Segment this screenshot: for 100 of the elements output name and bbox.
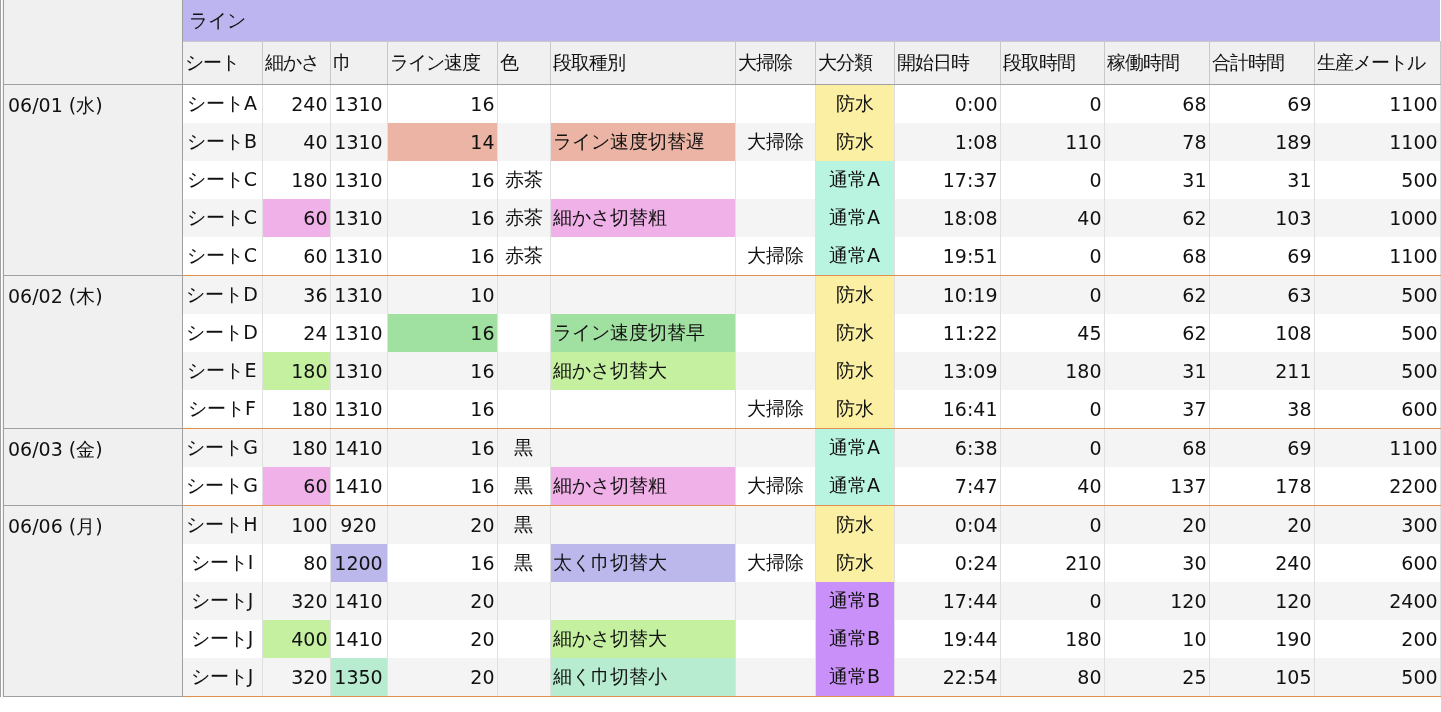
table-cell: シートG: [182, 428, 262, 467]
table-cell: 0: [1000, 428, 1104, 467]
column-header[interactable]: 大掃除: [735, 41, 815, 85]
table-cell: 36: [262, 275, 330, 314]
table-cell: 16: [387, 390, 497, 429]
table-cell: 0: [1000, 582, 1104, 620]
column-header[interactable]: ライン速度: [387, 41, 497, 85]
table-cell: 68: [1104, 237, 1209, 276]
column-header[interactable]: 段取時間: [1000, 41, 1104, 85]
table-cell: 防水: [815, 352, 894, 390]
table-cell: 31: [1104, 352, 1209, 390]
group-header: ライン: [182, 0, 1441, 42]
table-cell: 0: [1000, 390, 1104, 429]
column-header[interactable]: 段取種別: [550, 41, 735, 85]
table-cell: 80: [1000, 658, 1104, 697]
table-cell: 16:41: [894, 390, 1000, 429]
table-cell: 大掃除: [735, 390, 815, 429]
table-cell: 通常B: [815, 582, 894, 620]
table-cell: 防水: [815, 390, 894, 429]
column-header[interactable]: 細かさ: [262, 41, 330, 85]
date-cell: 06/03 (金): [8, 438, 103, 460]
column-header[interactable]: 巾: [330, 41, 387, 85]
column-header[interactable]: シート: [182, 41, 262, 85]
table-cell: 62: [1104, 199, 1209, 237]
table-cell: 13:09: [894, 352, 1000, 390]
column-header[interactable]: 生産メートル: [1314, 41, 1441, 85]
table-cell: 18:08: [894, 199, 1000, 237]
table-cell: 1310: [330, 199, 387, 237]
table-cell: 16: [387, 428, 497, 467]
table-cell: 1200: [330, 544, 387, 582]
table-cell: 通常B: [815, 620, 894, 658]
table-cell: 110: [1000, 123, 1104, 161]
date-cell: 06/06 (月): [8, 515, 103, 537]
table-cell: 320: [262, 658, 330, 697]
table-cell: 37: [1104, 390, 1209, 429]
table-cell: 通常A: [815, 428, 894, 467]
table-cell: 16: [387, 352, 497, 390]
table-cell: 1410: [330, 467, 387, 506]
table-cell: 600: [1314, 390, 1441, 429]
table-cell: シートJ: [182, 582, 262, 620]
table-cell: 1310: [330, 352, 387, 390]
table-cell: 920: [330, 505, 387, 544]
table-cell: 赤茶: [497, 237, 550, 276]
table-cell: 16: [387, 314, 497, 352]
table-cell: 60: [262, 467, 330, 506]
table-cell: 137: [1104, 467, 1209, 506]
table-cell: 16: [387, 467, 497, 506]
table-cell: 細かさ切替大: [550, 352, 735, 390]
table-cell: 2200: [1314, 467, 1441, 506]
table-cell: 63: [1209, 275, 1314, 314]
column-header[interactable]: 稼働時間: [1104, 41, 1209, 85]
table-cell: 40: [1000, 467, 1104, 506]
table-cell: 1100: [1314, 428, 1441, 467]
table-cell: シートB: [182, 123, 262, 161]
table-cell: 通常A: [815, 161, 894, 199]
table-cell: 20: [1104, 505, 1209, 544]
table-cell: 防水: [815, 275, 894, 314]
table-cell: 防水: [815, 123, 894, 161]
table-cell: 180: [262, 390, 330, 429]
table-cell: 17:44: [894, 582, 1000, 620]
column-header[interactable]: 開始日時: [894, 41, 1000, 85]
table-cell: 黒: [497, 428, 550, 467]
table-cell: シートC: [182, 237, 262, 276]
table-cell: 19:51: [894, 237, 1000, 276]
table-cell: 大掃除: [735, 237, 815, 276]
column-header[interactable]: 合計時間: [1209, 41, 1314, 85]
table-cell: 300: [1314, 505, 1441, 544]
table-cell: 500: [1314, 352, 1441, 390]
table-cell: 60: [262, 237, 330, 276]
table-cell: 細かさ切替大: [550, 620, 735, 658]
table-cell: 1310: [330, 123, 387, 161]
table-cell: 180: [262, 428, 330, 467]
column-header[interactable]: 大分類: [815, 41, 894, 85]
table-cell: シートE: [182, 352, 262, 390]
table-cell: 38: [1209, 390, 1314, 429]
table-cell: 1000: [1314, 199, 1441, 237]
table-cell: 1410: [330, 428, 387, 467]
table-cell: 14: [387, 123, 497, 161]
table-cell: 105: [1209, 658, 1314, 697]
table-cell: 0:04: [894, 505, 1000, 544]
table-cell: 500: [1314, 275, 1441, 314]
table-cell: 211: [1209, 352, 1314, 390]
table-cell: 黒: [497, 505, 550, 544]
table-cell: 20: [387, 582, 497, 620]
table-cell: 防水: [815, 84, 894, 123]
table-cell: 細かさ切替粗: [550, 467, 735, 506]
table-cell: 20: [387, 505, 497, 544]
table-cell: シートF: [182, 390, 262, 429]
table-cell: シートC: [182, 199, 262, 237]
column-header[interactable]: 色: [497, 41, 550, 85]
table-cell: 120: [1209, 582, 1314, 620]
table-cell: 大掃除: [735, 123, 815, 161]
table-cell: 22:54: [894, 658, 1000, 697]
table-cell: ライン速度切替遅: [550, 123, 735, 161]
table-cell: 赤茶: [497, 199, 550, 237]
table-cell: シートJ: [182, 658, 262, 697]
table-cell: シートG: [182, 467, 262, 506]
table-cell: 1:08: [894, 123, 1000, 161]
date-cell: 06/01 (水): [8, 94, 103, 116]
table-cell: 0: [1000, 237, 1104, 276]
